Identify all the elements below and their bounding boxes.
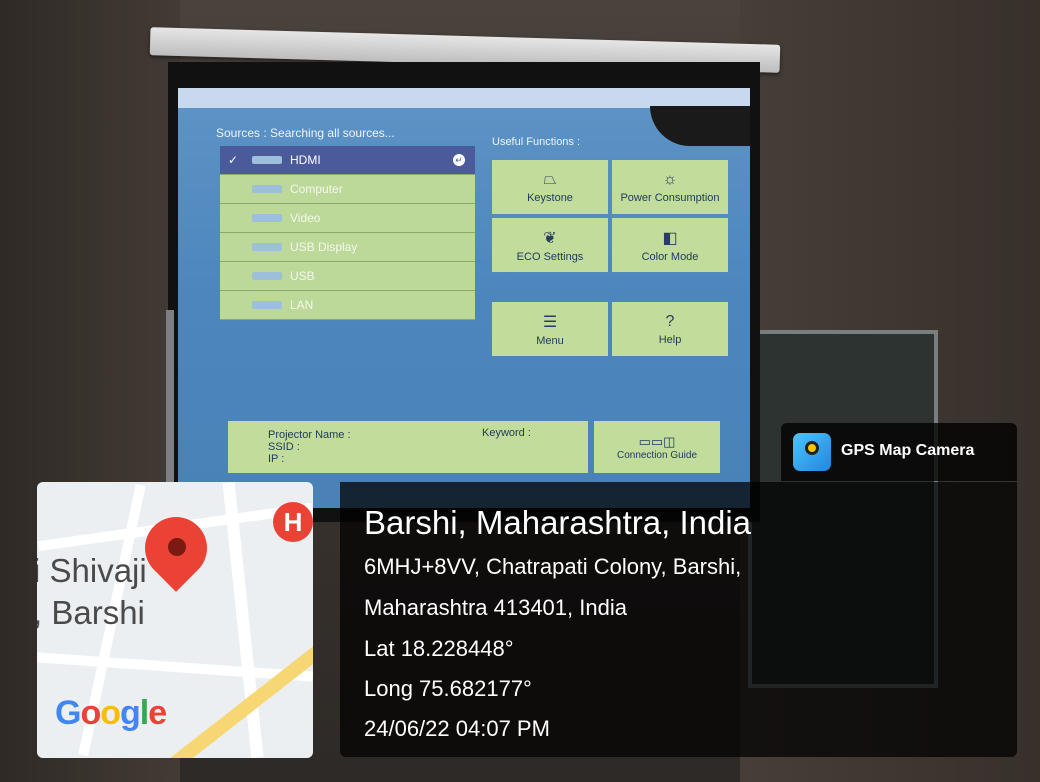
projector-info-box: Projector Name : SSID : IP : Keyword : xyxy=(228,421,588,473)
source-item-lan[interactable]: LAN xyxy=(220,291,475,320)
keystone-tile[interactable]: ⏢ Keystone xyxy=(492,160,608,214)
color-mode-tile[interactable]: ◧ Color Mode xyxy=(612,218,728,272)
sun-icon: ☼ xyxy=(662,170,678,188)
source-label: Computer xyxy=(290,182,343,196)
source-label: HDMI xyxy=(290,153,321,167)
source-item-usb-display[interactable]: USB Display xyxy=(220,233,475,262)
sources-title: Sources : Searching all sources... xyxy=(216,126,395,140)
tile-label: ECO Settings xyxy=(516,250,584,263)
location-pin-dot xyxy=(168,538,186,556)
source-list: ✓ HDMI ↵ Computer Video USB Display USB xyxy=(220,146,475,320)
source-item-usb[interactable]: USB xyxy=(220,262,475,291)
address-line-1: 6MHJ+8VV, Chatrapati Colony, Barshi, xyxy=(364,554,742,579)
projector-name-label: Projector Name : xyxy=(268,429,351,441)
google-logo: Google xyxy=(55,694,167,732)
date-time: 24/06/22 04:07 PM xyxy=(364,716,550,741)
useful-functions-title: Useful Functions : xyxy=(492,136,581,148)
enter-icon: ↵ xyxy=(453,154,465,166)
menu-tile[interactable]: ☰ Menu xyxy=(492,302,608,356)
connection-guide-box[interactable]: ▭▭◫ Connection Guide xyxy=(594,421,720,473)
map-place-label: , Barshi xyxy=(37,594,145,631)
help-tile[interactable]: ? Help xyxy=(612,302,728,356)
screen-stand xyxy=(166,310,174,500)
tile-label: Keystone xyxy=(527,191,573,204)
keyword-label: Keyword : xyxy=(482,427,531,439)
gps-camera-badge: GPS Map Camera xyxy=(781,423,1017,481)
map-place-label: i Shivaji xyxy=(37,552,147,589)
source-label: Video xyxy=(290,211,321,225)
menu-icon: ☰ xyxy=(542,313,558,331)
ip-label: IP : xyxy=(268,453,285,465)
tile-label: Power Consumption xyxy=(620,191,720,204)
address-line-2: Maharashtra 413401, India xyxy=(364,595,627,620)
source-item-hdmi[interactable]: ✓ HDMI ↵ xyxy=(220,146,475,175)
source-item-computer[interactable]: Computer xyxy=(220,175,475,204)
tile-label: Menu xyxy=(536,334,564,347)
power-consumption-tile[interactable]: ☼ Power Consumption xyxy=(612,160,728,214)
location-info-panel: Barshi, Maharashtra, India 6MHJ+8VV, Cha… xyxy=(340,482,1017,757)
eco-settings-tile[interactable]: ❦ ECO Settings xyxy=(492,218,608,272)
keystone-icon: ⏢ xyxy=(543,170,557,188)
screen-shadow-corner xyxy=(650,106,750,146)
vga-plug-icon xyxy=(252,185,282,193)
usb-plug-icon xyxy=(252,243,282,251)
projected-screen: Sources : Searching all sources... Usefu… xyxy=(178,88,750,508)
color-mode-icon: ◧ xyxy=(662,229,678,247)
gps-app-name: GPS Map Camera xyxy=(841,442,975,459)
source-label: USB xyxy=(290,269,315,283)
leaf-icon: ❦ xyxy=(543,229,557,247)
location-map-thumbnail: i Shivaji , Barshi H Google xyxy=(37,482,313,758)
latitude: Lat 18.228448° xyxy=(364,636,514,661)
location-city: Barshi, Maharashtra, India xyxy=(364,504,752,541)
source-label: LAN xyxy=(290,298,314,312)
gps-map-camera-logo-icon xyxy=(793,433,831,471)
source-item-video[interactable]: Video xyxy=(220,204,475,233)
longitude: Long 75.682177° xyxy=(364,676,532,701)
hospital-marker-icon: H xyxy=(273,502,313,542)
usb-plug-icon xyxy=(252,272,282,280)
help-icon: ? xyxy=(665,312,675,330)
photo-scene: Sources : Searching all sources... Usefu… xyxy=(0,0,1040,782)
ssid-label: SSID : xyxy=(268,441,300,453)
check-icon: ✓ xyxy=(228,153,239,167)
tile-label: Color Mode xyxy=(641,250,699,263)
projected-top-bar xyxy=(178,88,750,108)
tile-label: Help xyxy=(658,333,682,346)
connection-guide-label: Connection Guide xyxy=(616,449,698,461)
hdmi-plug-icon xyxy=(252,156,282,164)
video-plug-icon xyxy=(252,214,282,222)
source-label: USB Display xyxy=(290,240,358,254)
connection-devices-icon: ▭▭◫ xyxy=(638,433,676,449)
lan-icon xyxy=(252,301,282,309)
